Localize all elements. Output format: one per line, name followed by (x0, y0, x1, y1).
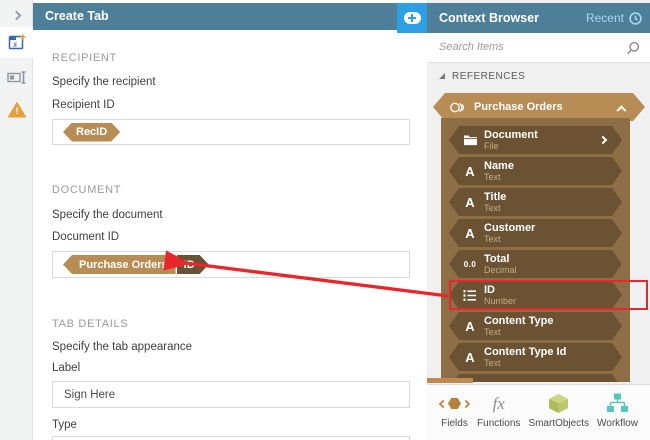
svg-text:s: s (12, 39, 17, 49)
section-description: Specify the document (52, 209, 163, 221)
text-type-icon: A (458, 195, 482, 210)
text-type-icon: A (458, 226, 482, 241)
reference-item-content-type-id[interactable]: A Content Type Id Text (449, 343, 622, 371)
group-title: Purchase Orders (474, 101, 563, 113)
document-id-field[interactable]: Purchase Orders ID (52, 251, 410, 278)
collapse-panel-button[interactable] (0, 6, 33, 24)
clock-icon (629, 12, 642, 25)
chevron-right-icon (599, 136, 607, 144)
label-input[interactable] (52, 381, 410, 408)
field-label-type: Type (52, 419, 77, 431)
token-label: RecID (63, 123, 120, 142)
plus-icon (404, 12, 421, 24)
horizontal-scrollbar-thumb[interactable] (427, 378, 473, 383)
recipient-id-field[interactable]: RecID (52, 119, 410, 145)
decimal-type-icon: 0.0 (458, 260, 482, 269)
add-button[interactable] (397, 3, 427, 33)
control-field-icon (7, 69, 28, 86)
type-input[interactable] (52, 436, 410, 440)
dock-tab-fields[interactable]: Fields (440, 392, 469, 429)
section-title-tab-details: TAB DETAILS (52, 318, 128, 330)
references-label: REFERENCES (452, 71, 525, 82)
reference-item-created[interactable]: Created (449, 374, 622, 382)
search-input[interactable] (427, 33, 617, 61)
reference-item-id[interactable]: ID Number (449, 281, 622, 309)
dock-tab-workflow[interactable]: Workflow (597, 392, 638, 429)
token-context-label: Purchase Orders (63, 255, 176, 274)
form-designer-icon: s (8, 33, 27, 52)
search-icon[interactable] (626, 41, 640, 55)
field-label-document-id: Document ID (52, 231, 119, 243)
text-type-icon: A (458, 319, 482, 334)
chevron-right-icon (12, 10, 22, 20)
tab-warnings[interactable]: ! (0, 94, 34, 125)
reference-item-title[interactable]: A Title Text (449, 188, 622, 216)
warning-exclamation: ! (16, 104, 19, 118)
text-type-icon: A (458, 350, 482, 365)
chevron-up-icon (617, 105, 627, 115)
panel-header: Create Tab (33, 3, 427, 30)
references-icon (450, 101, 465, 114)
text-type-icon: A (458, 164, 482, 179)
field-label-label: Label (52, 362, 80, 374)
context-browser-dock: Fields fx Functions SmartObjects (427, 384, 650, 440)
create-tab-panel: Create Tab RECIPIENT Specify the recipie… (33, 0, 427, 440)
purchase-orders-group-header[interactable]: Purchase Orders (433, 93, 645, 121)
reference-item-name[interactable]: A Name Text (449, 157, 622, 185)
reference-item-total[interactable]: 0.0 Total Decimal (449, 250, 622, 278)
section-description: Specify the recipient (52, 76, 156, 88)
field-label-recipient-id: Recipient ID (52, 99, 115, 111)
k2-designer-app: s ! Create Tab RECIPIENT Specify the rec… (0, 0, 650, 440)
numbered-list-icon (458, 289, 482, 302)
section-description: Specify the tab appearance (52, 341, 192, 353)
cube-icon (547, 392, 570, 415)
warning-triangle-icon: ! (8, 102, 27, 118)
fields-hexagon-icon (440, 392, 469, 415)
section-title-recipient: RECIPIENT (52, 52, 117, 64)
panel-title: Create Tab (45, 9, 109, 23)
search-bar (427, 33, 650, 63)
tab-control-properties[interactable] (0, 62, 34, 93)
reference-item-content-type[interactable]: A Content Type Text (449, 312, 622, 340)
token-field-label: ID (177, 255, 209, 274)
context-browser-panel: Context Browser Recent REFERENCES (427, 0, 650, 440)
recent-button[interactable]: Recent (586, 3, 642, 33)
token-recid[interactable]: RecID (63, 123, 120, 142)
section-title-document: DOCUMENT (52, 184, 121, 196)
dock-tab-smartobjects[interactable]: SmartObjects (528, 392, 589, 429)
purchase-orders-group-body: Document File A Name Text A Title Text (441, 118, 630, 382)
references-section-toggle[interactable]: REFERENCES (439, 66, 525, 86)
recent-label: Recent (586, 11, 624, 25)
fx-icon: fx (493, 392, 505, 415)
tab-form-designer[interactable]: s (0, 27, 34, 58)
reference-item-document[interactable]: Document File (449, 126, 622, 154)
token-purchase-orders-id[interactable]: Purchase Orders ID (63, 255, 209, 274)
folder-icon (458, 134, 482, 146)
dock-tab-functions[interactable]: fx Functions (477, 392, 520, 429)
collapse-triangle-icon (439, 73, 445, 79)
context-browser-title: Context Browser (439, 11, 539, 25)
reference-item-customer[interactable]: A Customer Text (449, 219, 622, 247)
tool-rail: s ! (0, 0, 33, 440)
workflow-tree-icon (606, 392, 629, 415)
